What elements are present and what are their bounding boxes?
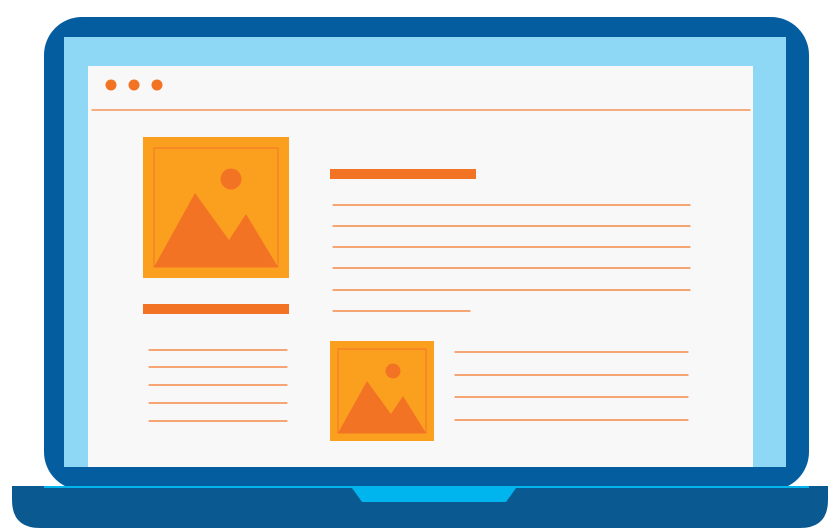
window-dot-minimize[interactable]	[128, 79, 140, 91]
right-heading-bar	[330, 169, 476, 179]
sun-icon	[385, 363, 401, 379]
left-heading-bar	[143, 304, 289, 314]
trackpad-notch	[352, 488, 516, 502]
small-image-placeholder	[330, 341, 434, 441]
laptop-illustration	[0, 0, 840, 528]
laptop-svg	[12, 17, 828, 528]
window-dot-close[interactable]	[105, 79, 117, 91]
window-dot-maximize[interactable]	[151, 79, 163, 91]
sun-icon	[220, 168, 242, 190]
large-image-placeholder	[143, 137, 289, 278]
